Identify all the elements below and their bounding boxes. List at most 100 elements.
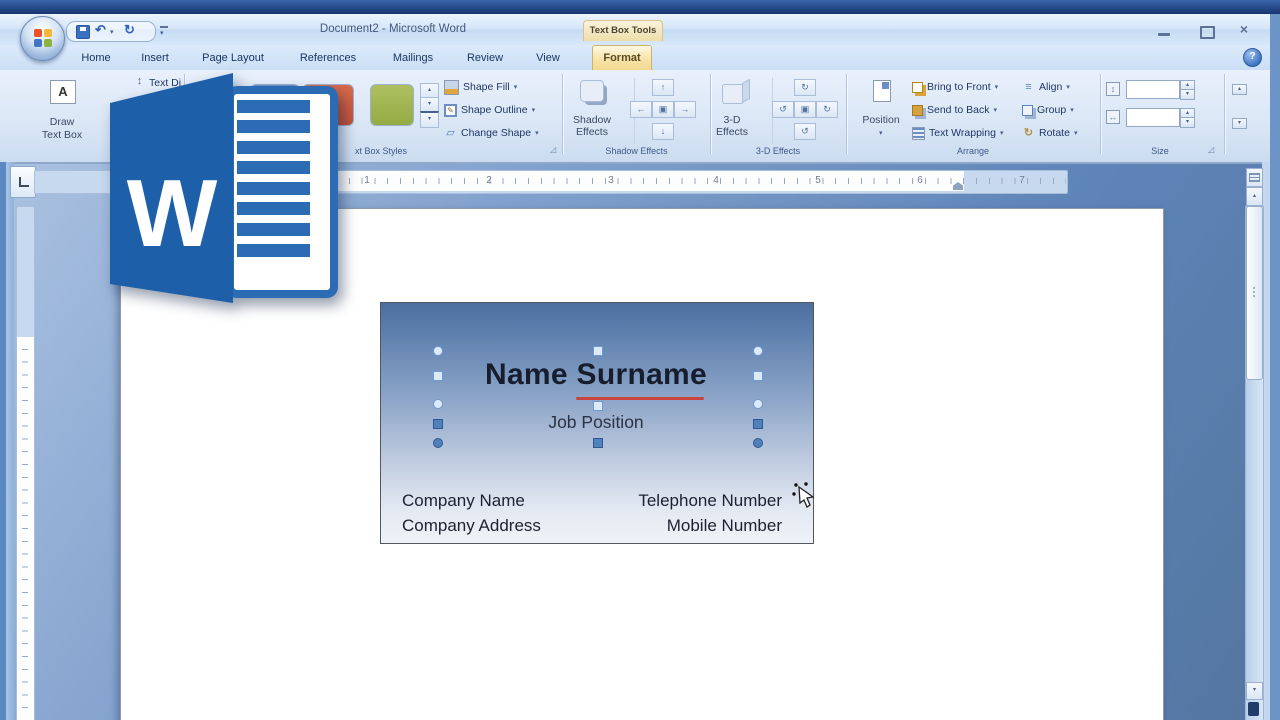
qat-customize-caret[interactable]: ▾ — [160, 29, 164, 37]
tilt-down-icon[interactable]: ↺ — [794, 123, 816, 140]
save-icon[interactable] — [76, 25, 90, 39]
ruler-number: 6 — [915, 175, 925, 186]
nudge-shadow-down-icon[interactable]: ↓ — [652, 123, 674, 140]
selection-handle[interactable] — [593, 346, 603, 356]
draw-text-box-label[interactable]: Draw — [22, 116, 102, 128]
help-icon[interactable]: ? — [1243, 48, 1262, 67]
office-logo-petal — [34, 29, 42, 37]
selection-handle[interactable] — [753, 371, 763, 381]
selection-handle[interactable] — [753, 419, 763, 429]
undo-dropdown-icon[interactable]: ▾ — [110, 28, 114, 36]
height-spin-down-icon[interactable]: ▾ — [1180, 89, 1195, 100]
shape-fill-button[interactable]: Shape Fill ▾ — [444, 79, 517, 95]
tab-stop-selector[interactable] — [10, 166, 36, 198]
card-name-textbox[interactable]: Name Surname — [380, 358, 812, 392]
card-company-textbox[interactable]: Company Name Company Address — [402, 488, 541, 538]
selection-handle[interactable] — [753, 438, 763, 448]
selection-handle[interactable] — [433, 438, 443, 448]
mobile-text: Mobile Number — [540, 513, 782, 538]
tilt-right-icon[interactable]: ↻ — [816, 101, 838, 118]
shadow-effects-icon — [580, 80, 604, 102]
nudge-shadow-right-icon[interactable]: → — [674, 101, 696, 118]
style-swatch-green[interactable] — [370, 84, 414, 126]
group-button[interactable]: Group ▾ — [1022, 102, 1074, 118]
group-separator — [846, 74, 847, 154]
send-to-back-label: Send to Back — [927, 104, 989, 116]
shape-outline-label: Shape Outline — [461, 104, 528, 116]
shape-outline-caret-icon: ▾ — [532, 106, 536, 114]
select-browse-object-button[interactable] — [1248, 702, 1259, 716]
tilt-up-icon[interactable]: ↻ — [794, 79, 816, 96]
shape-width-input[interactable] — [1126, 108, 1180, 127]
change-shape-button[interactable]: ▱ Change Shape ▾ — [444, 125, 539, 141]
rotate-label: Rotate — [1039, 127, 1070, 139]
selection-handle[interactable] — [753, 346, 763, 356]
position-caret-icon[interactable]: ▾ — [879, 129, 883, 137]
ribbon-scroll-down-icon[interactable]: ▾ — [1232, 118, 1247, 129]
align-caret-icon: ▾ — [1066, 83, 1070, 91]
shadow-effects-button[interactable]: Shadow — [562, 114, 622, 126]
threed-effects-button2[interactable]: Effects — [706, 126, 758, 138]
width-spin-down-icon[interactable]: ▾ — [1180, 117, 1195, 128]
qat-customize-icon[interactable] — [160, 26, 168, 28]
office-button[interactable] — [20, 16, 65, 61]
styles-gallery-more-icon[interactable]: ▾ — [420, 111, 439, 128]
nudge-shadow-up-icon[interactable]: ↑ — [652, 79, 674, 96]
redo-icon[interactable]: ↻ — [124, 22, 135, 38]
selection-handle[interactable] — [433, 399, 443, 409]
draw-text-box-label2[interactable]: Text Box — [22, 129, 102, 141]
vertical-scrollbar-thumb[interactable] — [1246, 206, 1263, 380]
minimize-button[interactable] — [1158, 33, 1170, 36]
tab-format-active[interactable]: Format — [592, 45, 652, 71]
mouse-cursor — [792, 482, 818, 512]
close-button[interactable]: × — [1234, 21, 1254, 38]
tab-mailings[interactable]: Mailings — [386, 48, 440, 68]
tab-stop-icon — [19, 177, 29, 187]
position-button[interactable]: Position — [852, 114, 910, 126]
window-left-edge-inner — [6, 162, 14, 720]
nudge-shadow-left-icon[interactable]: ← — [630, 101, 652, 118]
card-contact-textbox[interactable]: Telephone Number Mobile Number — [540, 488, 782, 538]
card-job-textbox[interactable]: Job Position — [380, 412, 812, 433]
tab-view[interactable]: View — [530, 48, 566, 68]
threed-effects-icon — [722, 84, 744, 104]
tilt-left-icon[interactable]: ↺ — [772, 101, 794, 118]
draw-text-box-icon[interactable]: A — [50, 80, 76, 104]
styles-gallery-up-icon[interactable]: ▴ — [420, 83, 439, 98]
ruler-number: 1 — [362, 175, 372, 186]
vertical-ruler — [16, 206, 35, 720]
undo-icon[interactable]: ↶ — [95, 22, 106, 38]
scroll-down-icon[interactable]: ▾ — [1246, 682, 1263, 700]
word-logo-letter: W — [127, 160, 218, 267]
selection-handle[interactable] — [753, 399, 763, 409]
restore-button[interactable] — [1200, 26, 1215, 39]
ribbon-scroll-up-icon[interactable]: ▴ — [1232, 84, 1247, 95]
rotate-icon: ↻ — [1022, 127, 1035, 140]
align-button[interactable]: ≡ Align ▾ — [1022, 79, 1070, 95]
send-to-back-button[interactable]: Send to Back ▾ — [912, 102, 997, 118]
styles-dialog-launcher-icon[interactable]: ◿ — [550, 145, 556, 154]
selection-handle[interactable] — [433, 346, 443, 356]
threed-effects-button[interactable]: 3-D — [706, 114, 758, 126]
tab-review[interactable]: Review — [462, 48, 508, 68]
selection-handle[interactable] — [593, 401, 603, 411]
shape-outline-button[interactable]: ✎ Shape Outline ▾ — [444, 102, 535, 118]
contextual-tab-group-header: Text Box Tools — [583, 20, 663, 41]
change-shape-caret-icon: ▾ — [535, 129, 539, 137]
toggle-threed-icon[interactable]: ▣ — [794, 101, 816, 118]
scroll-up-icon[interactable]: ▴ — [1246, 187, 1263, 206]
ruler-toggle-button[interactable] — [1246, 168, 1263, 187]
shadow-effects-button2[interactable]: Effects — [562, 126, 622, 138]
selection-handle[interactable] — [433, 419, 443, 429]
selection-handle[interactable] — [593, 438, 603, 448]
selection-handle[interactable] — [433, 371, 443, 381]
rotate-button[interactable]: ↻ Rotate ▾ — [1022, 125, 1077, 141]
styles-gallery-down-icon[interactable]: ▾ — [420, 97, 439, 112]
size-dialog-launcher-icon[interactable]: ◿ — [1208, 145, 1214, 154]
shape-height-icon: ↕ — [1106, 82, 1120, 96]
bring-to-front-button[interactable]: Bring to Front ▾ — [912, 79, 998, 95]
text-wrapping-label: Text Wrapping — [929, 127, 996, 139]
shape-height-input[interactable] — [1126, 80, 1180, 99]
toggle-shadow-icon[interactable]: ▣ — [652, 101, 674, 118]
text-wrapping-button[interactable]: Text Wrapping ▾ — [912, 125, 1003, 141]
